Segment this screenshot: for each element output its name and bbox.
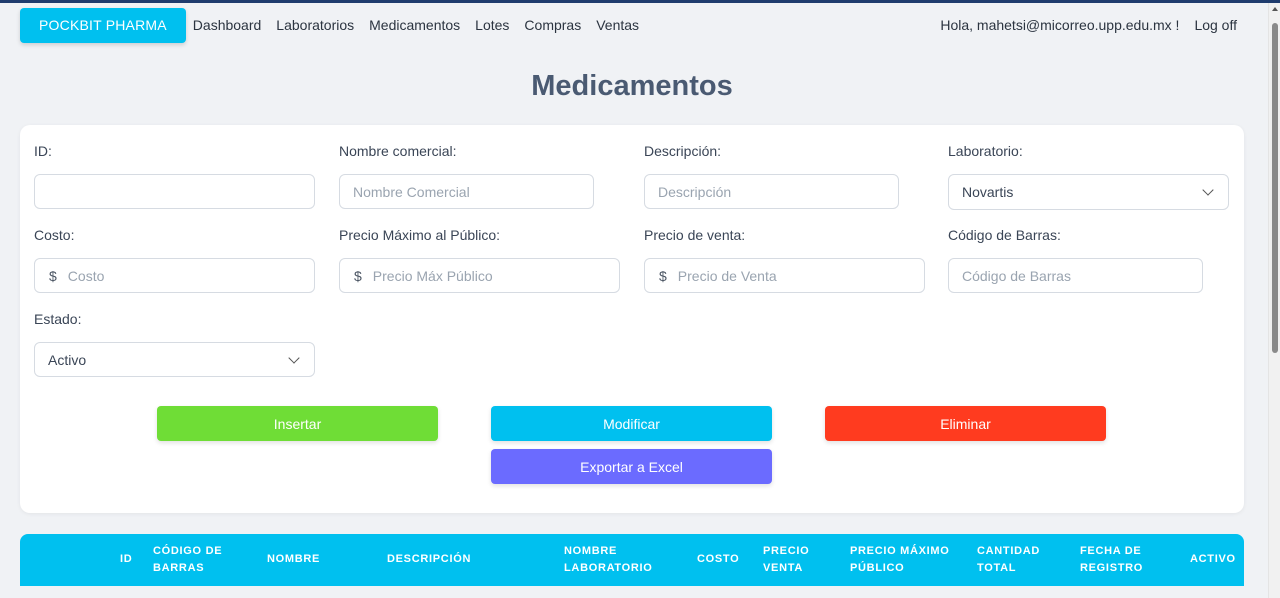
precio-venta-placeholder: Precio de Venta	[677, 267, 777, 284]
codigo-label: Código de Barras:	[948, 227, 1061, 243]
column-header-text: NOMBRE	[267, 553, 321, 565]
nav-link-laboratorios[interactable]: Laboratorios	[276, 17, 354, 33]
column-header-text: PRECIO MÁXIMO	[850, 545, 950, 557]
descripcion-input[interactable]: Descripción	[644, 174, 899, 209]
nav-link-lotes[interactable]: Lotes	[475, 17, 509, 33]
insertar-button[interactable]: Insertar	[157, 406, 438, 441]
nav-link-compras[interactable]: Compras	[524, 17, 581, 33]
column-header-id[interactable]: ID	[120, 551, 132, 568]
column-header-text: COSTO	[697, 553, 740, 565]
page-scrollbar[interactable]	[1268, 3, 1280, 598]
codigo-barras-input[interactable]: Código de Barras	[948, 258, 1203, 293]
precio-max-label: Precio Máximo al Público:	[339, 227, 501, 243]
column-header-text: PÚBLICO	[850, 562, 905, 574]
precio-venta-input[interactable]: $ Precio de Venta	[644, 258, 925, 293]
laboratorio-select[interactable]: Novartis	[948, 174, 1229, 210]
nav-link-ventas[interactable]: Ventas	[596, 17, 639, 33]
estado-selected: Activo	[48, 351, 87, 368]
estado-select[interactable]: Activo	[34, 342, 315, 377]
costo-placeholder: Costo	[67, 267, 105, 284]
column-header-text: CÓDIGO DE	[153, 545, 223, 557]
modificar-button[interactable]: Modificar	[491, 406, 772, 441]
medicamento-form-card: ID: Nombre comercial: Nombre Comercial D…	[20, 125, 1244, 513]
column-header-text: VENTA	[763, 562, 803, 574]
column-header-text: NOMBRE	[564, 545, 618, 557]
logoff-link[interactable]: Log off	[1194, 17, 1237, 33]
scroll-up-arrow-icon[interactable]	[1272, 7, 1278, 11]
nombre-placeholder: Nombre Comercial	[353, 183, 470, 200]
column-header-text: ACTIVO	[1190, 553, 1236, 565]
brand-button[interactable]: POCKBIT PHARMA	[20, 7, 186, 43]
chevron-down-icon	[288, 352, 300, 364]
column-header-text: REGISTRO	[1080, 562, 1144, 574]
column-header-text: BARRAS	[153, 562, 205, 574]
exportar-excel-button[interactable]: Exportar a Excel	[491, 449, 772, 484]
nav-link-dashboard[interactable]: Dashboard	[193, 17, 262, 33]
codigo-placeholder: Código de Barras	[962, 267, 1071, 284]
page-title: Medicamentos	[531, 70, 733, 102]
column-header-precio-venta[interactable]: PRECIO VENTA	[763, 543, 809, 577]
column-header-text: CANTIDAD	[977, 545, 1041, 557]
chevron-down-icon	[1202, 184, 1214, 196]
nav-link-medicamentos[interactable]: Medicamentos	[369, 17, 460, 33]
laboratorio-label: Laboratorio:	[948, 143, 1023, 159]
precio-max-input[interactable]: $ Precio Máx Público	[339, 258, 620, 293]
column-header-codigo-barras[interactable]: CÓDIGO DE BARRAS	[153, 543, 222, 577]
dollar-prefix-icon: $	[354, 267, 362, 284]
column-header-text: LABORATORIO	[564, 562, 653, 574]
column-header-costo[interactable]: COSTO	[697, 551, 739, 568]
precio-venta-label: Precio de venta:	[644, 227, 746, 243]
dollar-prefix-icon: $	[659, 267, 667, 284]
column-header-nombre-laboratorio[interactable]: NOMBRE LABORATORIO	[564, 543, 653, 577]
dollar-prefix-icon: $	[49, 267, 57, 284]
column-header-text: FECHA DE	[1080, 545, 1142, 557]
column-header-text: DESCRIPCIÓN	[387, 553, 472, 565]
id-field[interactable]	[34, 174, 315, 209]
column-header-descripcion[interactable]: DESCRIPCIÓN	[387, 551, 471, 568]
top-navbar: POCKBIT PHARMA Dashboard Laboratorios Me…	[0, 3, 1268, 47]
column-header-text: TOTAL	[977, 562, 1017, 574]
scroll-thumb[interactable]	[1272, 23, 1278, 353]
id-label: ID:	[34, 143, 52, 159]
laboratorio-selected: Novartis	[962, 184, 1014, 200]
descripcion-placeholder: Descripción	[658, 183, 732, 200]
column-header-precio-maximo[interactable]: PRECIO MÁXIMO PÚBLICO	[850, 543, 950, 577]
nav-links: Dashboard Laboratorios Medicamentos Lote…	[193, 17, 654, 33]
nombre-comercial-input[interactable]: Nombre Comercial	[339, 174, 594, 209]
medicamentos-table-header: ID CÓDIGO DE BARRAS NOMBRE DESCRIPCIÓN N…	[20, 534, 1244, 586]
column-header-text: PRECIO	[763, 545, 810, 557]
column-header-fecha-registro[interactable]: FECHA DE REGISTRO	[1080, 543, 1143, 577]
eliminar-button[interactable]: Eliminar	[825, 406, 1106, 441]
estado-label: Estado:	[34, 311, 82, 327]
nombre-label: Nombre comercial:	[339, 143, 457, 159]
column-header-nombre[interactable]: NOMBRE	[267, 551, 320, 568]
costo-input[interactable]: $ Costo	[34, 258, 315, 293]
costo-label: Costo:	[34, 227, 75, 243]
column-header-cantidad-total[interactable]: CANTIDAD TOTAL	[977, 543, 1040, 577]
column-header-activo[interactable]: ACTIVO	[1190, 551, 1236, 568]
precio-max-placeholder: Precio Máx Público	[372, 267, 493, 284]
descripcion-label: Descripción:	[644, 143, 722, 159]
nav-user-area: Hola, mahetsi@micorreo.upp.edu.mx ! Log …	[940, 3, 1237, 47]
column-header-text: ID	[120, 553, 133, 565]
user-greeting[interactable]: Hola, mahetsi@micorreo.upp.edu.mx !	[940, 17, 1179, 33]
